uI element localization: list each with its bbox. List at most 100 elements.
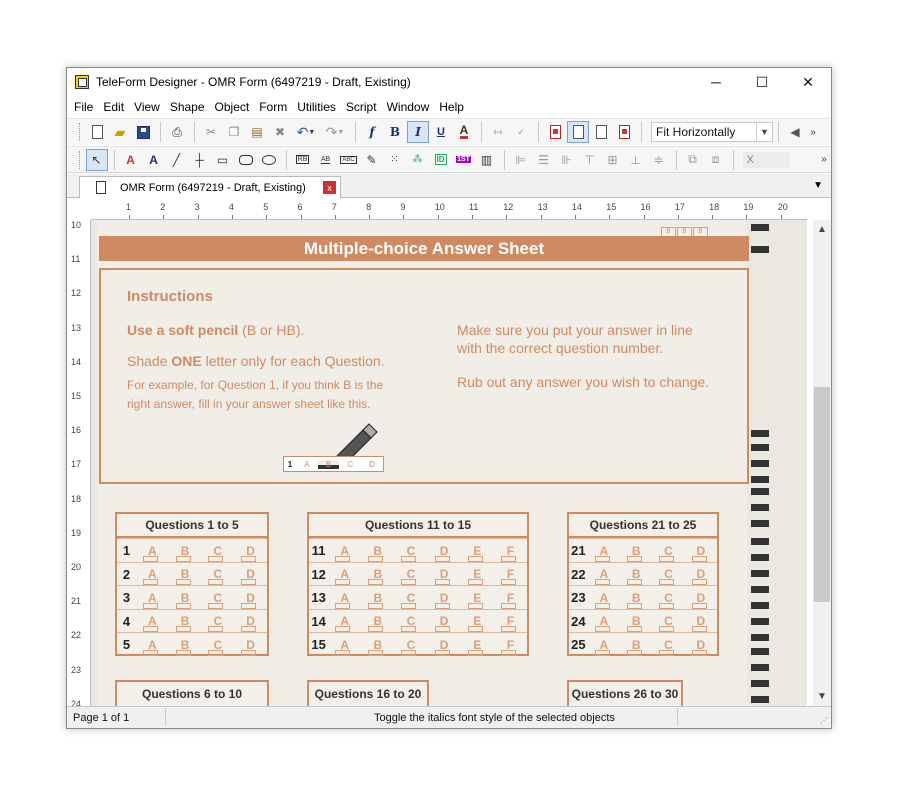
answer-bubble[interactable]: B [620, 638, 652, 656]
answer-bubble[interactable]: A [136, 591, 169, 609]
answer-bubble[interactable]: D [234, 544, 267, 562]
answer-bubble[interactable]: D [685, 591, 717, 609]
print-button[interactable]: ⎙ [166, 121, 188, 143]
answer-bubble[interactable]: F [494, 544, 527, 562]
answer-bubble[interactable]: D [428, 638, 461, 656]
answer-bubble[interactable]: D [428, 614, 461, 632]
tab-close-button[interactable]: x [323, 181, 336, 194]
answer-bubble[interactable]: E [461, 544, 494, 562]
font-color-button[interactable]: A [453, 121, 475, 143]
answer-bubble[interactable]: F [494, 614, 527, 632]
cut-button[interactable]: ✂ [200, 121, 222, 143]
answer-bubble[interactable]: A [588, 638, 620, 656]
align-right-button[interactable]: ⊪ [556, 149, 578, 171]
answer-bubble[interactable]: C [201, 614, 234, 632]
answer-bubble[interactable]: D [685, 544, 717, 562]
answer-bubble[interactable]: C [201, 638, 234, 656]
answer-bubble[interactable]: A [136, 544, 169, 562]
answer-bubble[interactable]: E [461, 567, 494, 585]
answer-bubble[interactable]: F [494, 567, 527, 585]
menu-window[interactable]: Window [386, 100, 436, 114]
ungroup-button[interactable]: ⧈ [705, 149, 727, 171]
answer-bubble[interactable]: A [328, 591, 361, 609]
copy-button[interactable]: ❐ [223, 121, 245, 143]
menu-object[interactable]: Object [214, 100, 256, 114]
delete-button[interactable]: ✖ [269, 121, 291, 143]
page-red-button[interactable] [613, 121, 635, 143]
answer-bubble[interactable]: A [588, 567, 620, 585]
cross-tool[interactable]: ┼ [189, 149, 211, 171]
answer-bubble[interactable]: B [169, 591, 202, 609]
menu-edit[interactable]: Edit [102, 100, 130, 114]
answer-bubble[interactable]: C [201, 591, 234, 609]
answer-bubble[interactable]: C [394, 591, 427, 609]
answer-bubble[interactable]: B [169, 567, 202, 585]
menu-view[interactable]: View [133, 100, 166, 114]
spellcheck-button[interactable]: ✓ [510, 121, 532, 143]
answer-bubble[interactable]: A [588, 544, 620, 562]
toolbar-overflow-button[interactable]: » [807, 121, 819, 143]
italic-button[interactable]: I [407, 121, 429, 143]
group-button[interactable]: ⧉ [682, 149, 704, 171]
rectangle-tool[interactable]: ▭ [212, 149, 234, 171]
answer-bubble[interactable]: E [461, 614, 494, 632]
answer-bubble[interactable]: A [588, 614, 620, 632]
undo-button[interactable]: ↶ ▼ [292, 121, 320, 143]
id-zone-tool[interactable]: ID [430, 149, 452, 171]
rb-field-tool[interactable]: RB [292, 149, 314, 171]
menu-shape[interactable]: Shape [169, 100, 211, 114]
answer-bubble[interactable]: B [620, 567, 652, 585]
zoom-select[interactable]: Fit Horizontally ▼ [651, 122, 773, 142]
answer-bubble[interactable]: E [461, 591, 494, 609]
menu-utilities[interactable]: Utilities [296, 100, 342, 114]
align-center-button[interactable]: ☰ [533, 149, 555, 171]
ab-field-tool[interactable]: AB [315, 149, 337, 171]
answer-bubble[interactable]: A [328, 638, 361, 656]
spacing-button[interactable]: ⇿ [487, 121, 509, 143]
first-zone-tool[interactable]: 1ST [453, 149, 475, 171]
answer-bubble[interactable]: B [620, 544, 652, 562]
align-middle-button[interactable]: ⊞ [602, 149, 624, 171]
barcode-tool[interactable]: ▥ [476, 149, 498, 171]
answer-bubble[interactable]: B [361, 567, 394, 585]
answer-bubble[interactable]: C [394, 614, 427, 632]
answer-bubble[interactable]: A [136, 614, 169, 632]
signature-tool[interactable]: ✎ [361, 149, 383, 171]
answer-bubble[interactable]: A [328, 544, 361, 562]
form-canvas[interactable]: 999 Multiple-choice Answer Sheet Instruc… [91, 220, 807, 706]
answer-bubble[interactable]: C [201, 544, 234, 562]
abc-field-tool[interactable]: ABC [338, 149, 360, 171]
answer-bubble[interactable]: A [328, 614, 361, 632]
answer-bubble[interactable]: A [328, 567, 361, 585]
open-button[interactable]: ▰ [109, 121, 131, 143]
menu-help[interactable]: Help [438, 100, 470, 114]
answer-bubble[interactable]: A [136, 567, 169, 585]
align-left-button[interactable]: ⊫ [510, 149, 532, 171]
toolbar-grip[interactable] [79, 150, 82, 169]
answer-bubble[interactable]: C [394, 567, 427, 585]
close-button[interactable]: ✕ [785, 68, 831, 96]
answer-bubble[interactable]: D [685, 638, 717, 656]
answer-bubble[interactable]: E [461, 638, 494, 656]
answer-bubble[interactable]: D [234, 614, 267, 632]
page-view-button[interactable] [544, 121, 566, 143]
distribute-button[interactable]: ≑ [648, 149, 670, 171]
answer-bubble[interactable]: C [201, 567, 234, 585]
document-tab[interactable]: OMR Form (6497219 - Draft, Existing) x [79, 176, 341, 198]
answer-bubble[interactable]: D [234, 638, 267, 656]
ellipse-tool[interactable] [258, 149, 280, 171]
answer-bubble[interactable]: F [494, 638, 527, 656]
answer-bubble[interactable]: D [685, 614, 717, 632]
toolbar2-overflow-button[interactable]: » [818, 149, 830, 171]
answer-bubble[interactable]: C [394, 638, 427, 656]
maximize-button[interactable]: ☐ [739, 68, 785, 96]
answer-bubble[interactable]: D [428, 567, 461, 585]
scroll-up-icon[interactable]: ▲ [817, 224, 827, 235]
answer-bubble[interactable]: D [234, 567, 267, 585]
toolbar-grip[interactable] [79, 123, 82, 141]
answer-bubble[interactable]: C [652, 638, 684, 656]
answer-bubble[interactable]: D [428, 591, 461, 609]
tab-list-chevron-icon[interactable]: ▼ [813, 180, 823, 191]
answer-bubble[interactable]: B [169, 544, 202, 562]
answer-bubble[interactable]: F [494, 591, 527, 609]
